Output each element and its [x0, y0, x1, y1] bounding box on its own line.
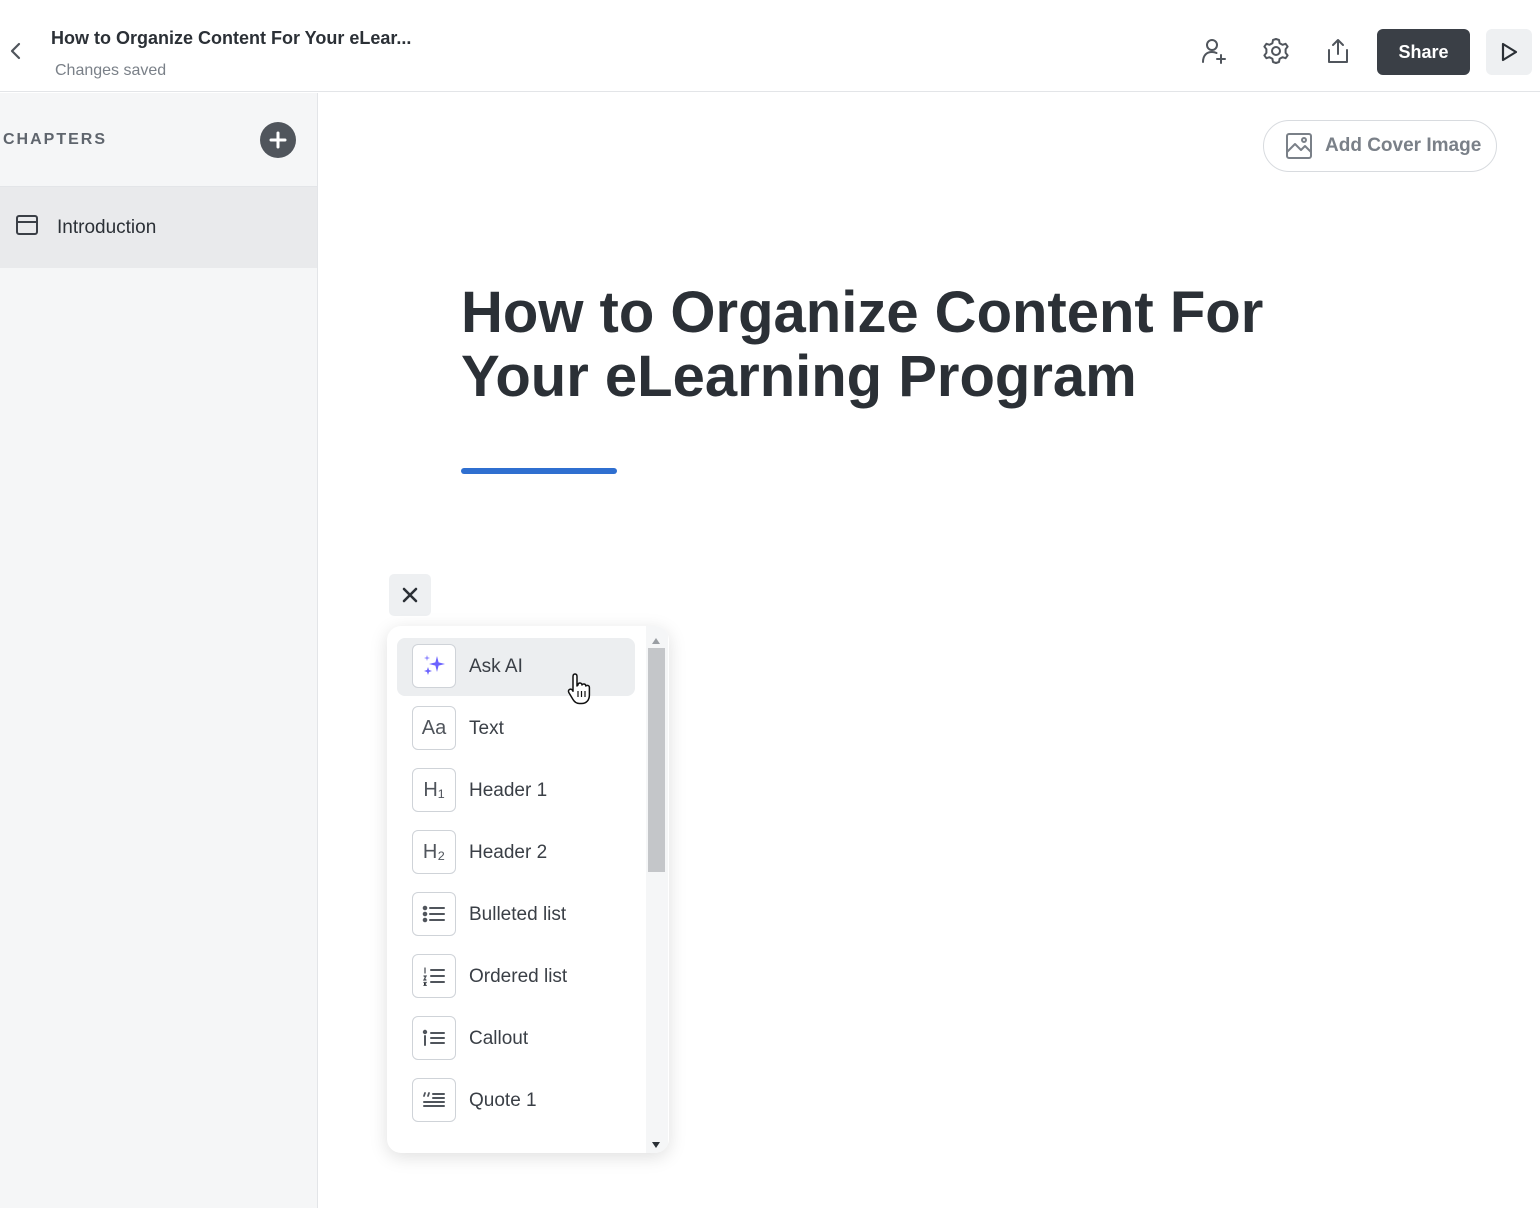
add-chapter-button[interactable] [260, 122, 296, 158]
menu-item-ask-ai[interactable]: Ask AI [397, 638, 635, 696]
menu-item-label: Ask AI [469, 656, 523, 677]
add-user-icon[interactable] [1197, 34, 1231, 68]
document-title[interactable]: How to Organize Content For Your eLear..… [51, 28, 411, 49]
plus-icon [269, 131, 287, 149]
chapter-label: Introduction [57, 217, 157, 238]
menu-item-label: Bulleted list [469, 904, 567, 925]
menu-item-label: Callout [469, 1028, 529, 1049]
share-button[interactable]: Share [1377, 29, 1470, 75]
page-title[interactable]: How to Organize Content For Your eLearni… [461, 281, 1361, 409]
image-icon [1285, 132, 1313, 160]
quote-icon [412, 1078, 456, 1122]
close-menu-button[interactable] [389, 574, 431, 616]
close-icon [402, 587, 418, 603]
scroll-up-arrow-icon[interactable] [651, 632, 661, 644]
menu-item-label: Ordered list [469, 966, 568, 987]
gear-icon[interactable] [1259, 34, 1293, 68]
menu-item-header-2[interactable]: H₂ Header 2 [397, 824, 635, 882]
chapters-sidebar: CHAPTERS Introduction [0, 93, 318, 1208]
menu-item-label: Quote 1 [469, 1090, 537, 1111]
sparkles-icon [412, 644, 456, 688]
menu-item-ordered-list[interactable]: Ordered list [397, 948, 635, 1006]
title-underline [461, 468, 617, 474]
menu-item-bulleted-list[interactable]: Bulleted list [397, 886, 635, 944]
text-icon: Aa [412, 706, 456, 750]
play-icon[interactable] [1486, 29, 1532, 75]
chapter-item-introduction[interactable]: Introduction [0, 187, 317, 268]
scroll-down-arrow-icon[interactable] [651, 1136, 661, 1148]
header-2-icon: H₂ [412, 830, 456, 874]
chapters-heading: CHAPTERS [3, 131, 108, 148]
upload-icon[interactable] [1321, 34, 1355, 68]
bulleted-list-icon [412, 892, 456, 936]
add-cover-image-button[interactable]: Add Cover Image [1263, 120, 1497, 172]
menu-item-quote-1[interactable]: Quote 1 [397, 1072, 635, 1130]
callout-icon [412, 1016, 456, 1060]
menu-item-label: Header 1 [469, 780, 548, 801]
save-status: Changes saved [55, 62, 167, 79]
menu-item-header-1[interactable]: H₁ Header 1 [397, 762, 635, 820]
menu-item-callout[interactable]: Callout [397, 1010, 635, 1068]
ordered-list-icon [412, 954, 456, 998]
chapter-page-icon [15, 214, 39, 236]
header-1-icon: H₁ [412, 768, 456, 812]
block-type-menu: Ask AI Aa Text H₁ Header 1 H₂ Header 2 B… [387, 626, 669, 1153]
top-bar: How to Organize Content For Your eLear..… [0, 0, 1540, 92]
menu-item-text[interactable]: Aa Text [397, 700, 635, 758]
back-chevron-icon[interactable] [6, 38, 26, 64]
menu-item-label: Header 2 [469, 842, 548, 863]
menu-scrollbar-thumb[interactable] [648, 648, 665, 872]
menu-item-label: Text [469, 718, 504, 739]
add-cover-image-label: Add Cover Image [1325, 135, 1482, 156]
